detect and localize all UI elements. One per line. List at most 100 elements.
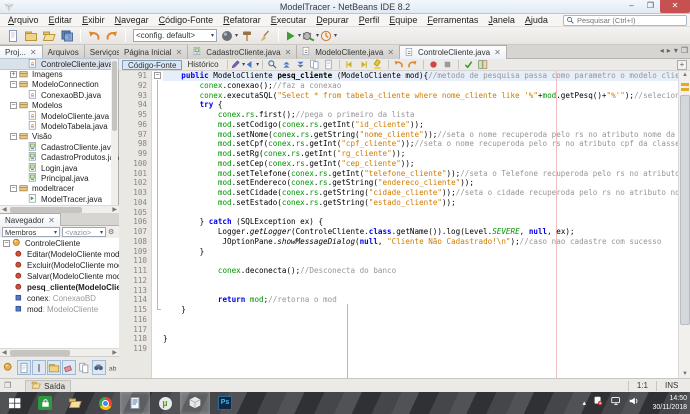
navigator-item-excluir-modelocliente-mod-[interactable]: Excluir(ModeloCliente mod) [0,260,119,271]
navigator-item-editar-modelocliente-mod-[interactable]: Editar(ModeloCliente mod) [0,249,119,260]
expander-icon[interactable]: − [10,185,17,192]
menu-item-c-digo-fonte[interactable]: Código-Fonte [154,14,219,27]
code-line-95[interactable]: conex.rs.first();//pega o primeiro da li… [163,110,415,120]
code-line-118[interactable]: } [163,334,168,344]
close-icon[interactable]: ✕ [176,48,183,57]
taskbar-netbeans[interactable] [180,392,210,414]
shift-left-icon[interactable] [343,59,357,70]
code-line-103[interactable]: mod.setCidade(conex.rs.getString("cidade… [163,188,690,198]
close-button[interactable]: ✕ [660,0,690,13]
taskbar-clock[interactable]: 14:50 30/11/2018 [641,394,687,412]
tree-item-login-java[interactable]: Login.java [0,163,118,173]
warning-mark[interactable] [681,88,689,91]
tree-item-controlecliente-java[interactable]: ControleCliente.java [0,59,118,69]
undo-macro-icon[interactable] [392,59,406,70]
navigator-item-mod[interactable]: mod : ModeloCliente [0,304,119,315]
close-icon[interactable]: ✕ [494,48,501,57]
code-line-114[interactable]: return mod;//retorna o mod [163,295,337,305]
inherited-members-icon[interactable] [2,360,16,375]
tab-navigator[interactable]: Navegador ✕ [0,213,61,227]
tree-item-modelotabela-java[interactable]: ModeloTabela.java [0,121,118,131]
redo-icon[interactable] [104,28,120,43]
code-line-109[interactable]: } [163,247,204,257]
scroll-tabs-right-icon[interactable]: ▸ [667,46,671,55]
editor-tab-modelocliente-java[interactable]: ModeloCliente.java✕ [297,45,400,59]
code-line-111[interactable]: conex.deconecta();//Desconecta do banco [163,266,396,276]
find-selection-icon[interactable] [266,59,280,70]
code-line-102[interactable]: mod.setEndereco(conex.rs.getString("ende… [163,178,474,188]
search-input[interactable] [577,16,677,25]
tray-expand-icon[interactable]: ▴ [582,399,586,407]
open-project-icon[interactable] [41,28,57,43]
navigator-item-salvar-modelocliente-mod-[interactable]: Salvar(ModeloCliente mod) [0,271,119,282]
show-constructors-icon[interactable] [32,360,46,375]
tree-item-cadastroprodutos-java[interactable]: CadastroProdutos.java [0,153,118,163]
close-icon[interactable]: ✕ [48,216,55,225]
diff-icon[interactable] [476,59,490,70]
select-in-projects-icon[interactable] [308,59,322,70]
macro-stop-icon[interactable] [441,59,455,70]
expander-icon[interactable]: − [10,81,17,88]
tab-arquivos[interactable]: Arquivos [43,45,85,59]
shift-right-icon[interactable] [357,59,371,70]
clean-build-icon[interactable] [257,28,273,43]
taskbar-chrome[interactable] [90,392,120,414]
menu-item-janela[interactable]: Janela [483,14,520,27]
fold-toggle-icon[interactable]: − [154,72,161,79]
code-line-104[interactable]: mod.setEstado(conex.rs.getString("estado… [163,198,456,208]
new-project-icon[interactable] [23,28,39,43]
close-icon[interactable]: ✕ [30,48,37,57]
taskbar-photoshop[interactable]: Ps [210,392,240,414]
editor-tab-p-gina-inicial[interactable]: Página Inicial✕ [119,45,188,59]
code-line-94[interactable]: try { [163,100,222,110]
editor-tab-cadastrocliente-java[interactable]: CadastroCliente.java✕ [188,45,297,59]
start-button[interactable] [0,392,30,414]
tree-item-cadastrocliente-java[interactable]: CadastroCliente.java [0,142,118,152]
next-occurrence-icon[interactable] [294,59,308,70]
code-line-100[interactable]: mod.setCep(conex.rs.getInt("cep_cliente"… [163,159,415,169]
close-icon[interactable]: ✕ [285,48,292,57]
warning-mark[interactable] [681,83,689,86]
menu-item-ferramentas[interactable]: Ferramentas [422,14,483,27]
empty-filter-select[interactable]: <vazio>▾ [62,227,106,237]
previous-occurrence-icon[interactable] [280,59,294,70]
deploy-icon[interactable]: ▾ [221,28,237,43]
search-box[interactable] [563,15,687,26]
code-line-107[interactable]: Logger.getLogger(ControleCliente.class.g… [163,227,575,237]
tree-item-modelocliente-java[interactable]: ModeloCliente.java [0,111,118,121]
tree-item-conexaobd-java[interactable]: ConexaoBD.java [0,90,118,100]
tree-item-modelos[interactable]: −Modelos [0,101,118,111]
undo-icon[interactable] [86,28,102,43]
menu-item-editar[interactable]: Editar [44,14,78,27]
code-line-115[interactable]: } [163,305,186,315]
taskbar-utorrent[interactable]: µ [150,392,180,414]
navigator-item-controlecliente[interactable]: −ControleCliente [0,238,119,249]
tab-output[interactable]: Saída [25,380,71,392]
expand-toolbar-icon[interactable]: + [677,60,687,70]
commit-icon[interactable] [462,59,476,70]
code-line-93[interactable]: conex.executaSQL("Select * from tabela_c… [163,91,684,101]
show-non-public-icon[interactable] [62,360,76,375]
scroll-tabs-left-icon[interactable]: ◂ [660,46,664,55]
navigator-hscrollbar[interactable]: ◀ ▶ [0,348,119,356]
tab-proj[interactable]: Proj...✕ [0,45,43,59]
taskbar-store[interactable] [30,392,60,414]
debug-icon[interactable]: ▾ [302,28,318,43]
tray-volume-icon[interactable] [628,394,640,412]
tree-item-imagens[interactable]: +Imagens [0,69,118,79]
projects-hscrollbar[interactable]: ◀ ▶ [0,205,119,213]
build-icon[interactable] [239,28,255,43]
code-line-99[interactable]: mod.setRg(conex.rs.getInt("rg_cliente"))… [163,149,405,159]
maximize-editor-icon[interactable]: ❐ [681,46,688,55]
menu-item-navegar[interactable]: Navegar [110,14,154,27]
tab-list-icon[interactable]: ▾ [674,46,678,55]
menu-item-ajuda[interactable]: Ajuda [520,14,553,27]
menu-item-executar[interactable]: Executar [266,14,312,27]
navigator-settings-icon[interactable]: ⚙ [108,228,114,236]
code-editor[interactable]: 9192939495969798991001011021031041051061… [119,71,690,378]
close-icon[interactable]: ✕ [387,48,394,57]
tree-item-modeloconnection[interactable]: −ModeloConnection [0,80,118,90]
menu-item-depurar[interactable]: Depurar [311,14,354,27]
expander-icon[interactable]: − [10,133,17,140]
menu-item-perfil[interactable]: Perfil [354,14,385,27]
